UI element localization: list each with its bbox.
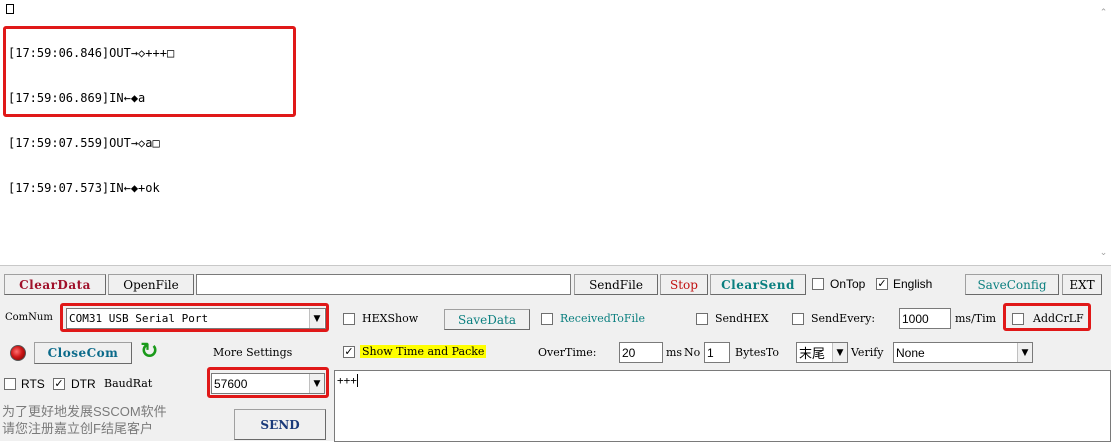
chevron-down-icon[interactable]: ▼ <box>309 309 324 328</box>
com-num-label: ComNum <box>5 312 53 323</box>
com-port-value: COM31 USB Serial Port <box>69 312 209 325</box>
overtime-label: OverTime: <box>538 346 597 359</box>
send-every-checkbox[interactable] <box>792 313 804 325</box>
send-every-input[interactable]: 1000 <box>899 308 951 329</box>
on-top-checkbox[interactable] <box>812 278 824 290</box>
verify-select[interactable]: None <box>893 342 1033 363</box>
baud-rate-label: BaudRat <box>104 377 153 390</box>
tail-value: 末尾 <box>799 346 826 361</box>
log-line: [17:59:06.869]IN←◆a <box>8 91 146 105</box>
rts-checkbox[interactable] <box>4 378 16 390</box>
send-button[interactable]: SEND <box>234 409 326 440</box>
chevron-down-icon[interactable]: ▼ <box>1017 343 1032 362</box>
log-line: [17:59:06.846]OUT→◇+++□ <box>8 46 175 60</box>
verify-label: Verify <box>851 346 884 359</box>
english-checkbox[interactable]: ✓ <box>876 278 888 290</box>
received-to-file-label: ReceivedToFile <box>560 312 646 325</box>
dtr-checkbox[interactable]: ✓ <box>53 378 65 390</box>
send-file-button[interactable]: SendFile <box>574 274 658 295</box>
chevron-down-icon[interactable]: ▼ <box>832 343 847 362</box>
log-lines: [17:59:06.846]OUT→◇+++□ [17:59:06.869]IN… <box>8 16 174 226</box>
dtr-label: DTR <box>71 377 96 391</box>
open-file-button[interactable]: OpenFile <box>108 274 194 295</box>
text-caret <box>356 374 358 387</box>
file-path-input[interactable] <box>196 274 571 295</box>
add-crlf-checkbox[interactable] <box>1012 313 1024 325</box>
close-com-button[interactable]: CloseCom <box>34 342 132 364</box>
bytes-to-label: BytesTo <box>735 346 779 359</box>
baud-rate-value: 57600 <box>214 376 248 391</box>
com-port-select[interactable]: COM31 USB Serial Port <box>66 308 326 329</box>
verify-value: None <box>896 345 925 360</box>
hex-show-label: HEXShow <box>362 312 419 325</box>
cursor-box <box>6 4 14 14</box>
send-hex-label: SendHEX <box>715 312 769 325</box>
refresh-icon[interactable]: ↻ <box>140 340 162 364</box>
send-text-input[interactable]: +++ <box>334 370 1111 442</box>
stop-button[interactable]: Stop <box>660 274 708 295</box>
port-status-icon <box>10 345 26 361</box>
no-label: No <box>684 346 701 359</box>
clear-send-button[interactable]: ClearSend <box>710 274 806 295</box>
chevron-down-icon[interactable]: ▼ <box>309 374 324 393</box>
scroll-down-icon[interactable]: ⌄ <box>1098 248 1109 259</box>
clear-data-button[interactable]: ClearData <box>4 274 106 295</box>
log-line: [17:59:07.559]OUT→◇a□ <box>8 136 160 150</box>
english-label: English <box>893 277 933 291</box>
show-time-checkbox[interactable]: ✓ <box>343 346 355 358</box>
hex-show-checkbox[interactable] <box>343 313 355 325</box>
on-top-label: OnTop <box>830 277 866 291</box>
received-to-file-checkbox[interactable] <box>541 313 553 325</box>
promo-line-2: 请您注册嘉立创F结尾客户 <box>2 421 153 436</box>
send-every-label: SendEvery: <box>811 312 876 325</box>
send-hex-checkbox[interactable] <box>696 313 708 325</box>
show-time-label: Show Time and Packe <box>360 345 487 358</box>
scroll-up-icon[interactable]: ⌃ <box>1098 8 1109 19</box>
save-config-button[interactable]: SaveConfig <box>965 274 1059 295</box>
rts-label: RTS <box>21 377 45 391</box>
control-panel: ClearData OpenFile SendFile Stop ClearSe… <box>0 265 1111 442</box>
log-line: [17:59:07.573]IN←◆+ok <box>8 181 160 195</box>
send-text-value: +++ <box>337 374 357 387</box>
vertical-scrollbar[interactable]: ⌃ ⌄ <box>1096 0 1111 265</box>
baud-rate-select[interactable]: 57600 <box>211 373 325 394</box>
save-data-button[interactable]: SaveData <box>444 309 530 330</box>
more-settings-link[interactable]: More Settings <box>213 346 292 359</box>
ms-tim-label: ms/Tim <box>955 312 997 325</box>
no-input[interactable]: 1 <box>704 342 730 363</box>
overtime-input[interactable]: 20 <box>619 342 663 363</box>
ms-label: ms <box>666 346 683 359</box>
receive-log-area[interactable]: [17:59:06.846]OUT→◇+++□ [17:59:06.869]IN… <box>0 0 1096 265</box>
ext-button[interactable]: EXT <box>1062 274 1102 295</box>
add-crlf-label: AddCrLF <box>1033 312 1084 325</box>
promo-line-1: 为了更好地发展SSCOM软件 <box>2 404 167 419</box>
